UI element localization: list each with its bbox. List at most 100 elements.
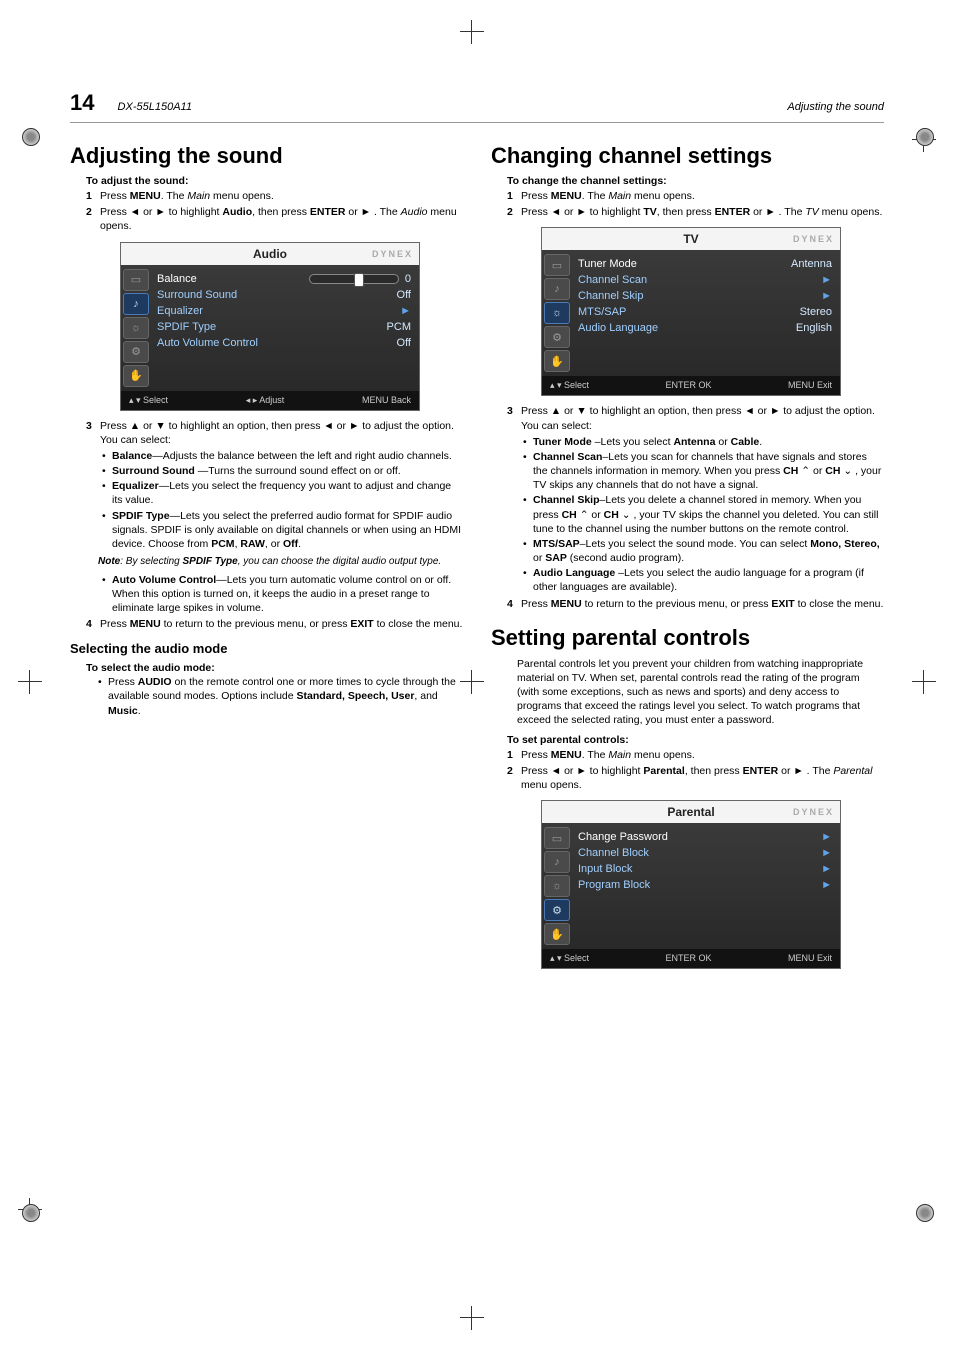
bullet-dot-icon: • <box>523 435 533 449</box>
t: Channel Scan <box>533 451 602 463</box>
step-text: Press ▲ or ▼ to highlight an option, the… <box>100 419 463 447</box>
t: ENTER <box>310 206 346 218</box>
bullet-item: •Auto Volume Control—Lets you turn autom… <box>102 573 463 616</box>
page-header: 14 DX-55L150A11 Adjusting the sound <box>70 90 884 123</box>
osd-audio-menu: Audio DYNEX ▭ ♪ ☼ ⚙ ✋ Balance0 Surround … <box>120 242 420 411</box>
osd-submenu-arrow-icon: ► <box>821 879 832 891</box>
osd-footer-exit: MENU Exit <box>788 953 832 964</box>
osd-label: Tuner Mode <box>578 258 637 270</box>
t: to highlight <box>166 206 223 218</box>
t: or <box>750 206 765 218</box>
t: Parental <box>643 765 684 777</box>
up-arrow-icon: ▲ <box>551 404 561 418</box>
right-arrow-icon: ► <box>155 205 165 219</box>
t: SAP <box>545 552 567 564</box>
left-arrow-icon: ◄ <box>551 764 561 778</box>
t: to return to the previous menu, or press <box>582 598 772 610</box>
t: to close the menu. <box>374 618 463 630</box>
right-arrow-icon: ► <box>770 404 780 418</box>
procedure-heading: To set parental controls: <box>507 734 884 746</box>
osd-label: Channel Skip <box>578 290 643 302</box>
osd-footer-select: ▴ ▾ Select <box>129 395 168 406</box>
step-text: Press ▲ or ▼ to highlight an option, the… <box>521 404 884 432</box>
osd-row: Channel Block► <box>578 845 832 861</box>
step: 1 Press MENU. The Main menu opens. <box>507 189 884 203</box>
osd-label: Channel Block <box>578 847 649 859</box>
subsection-title: Selecting the audio mode <box>70 641 463 656</box>
step-number: 1 <box>507 189 521 203</box>
bullet-dot-icon: • <box>523 537 533 565</box>
t: MENU <box>130 190 161 202</box>
ch-down-icon: ⌄ <box>622 508 631 522</box>
t: . The <box>161 190 188 202</box>
up-arrow-icon: ▲ <box>130 419 140 433</box>
t: , you can choose the digital audio outpu… <box>238 556 441 567</box>
t: Audio <box>222 206 252 218</box>
t: Press <box>108 676 138 688</box>
t: , then press <box>657 206 715 218</box>
osd-tab-tv-icon: ☼ <box>544 875 570 897</box>
bullet-item: •MTS/SAP–Lets you select the sound mode.… <box>523 537 884 565</box>
osd-tab-audio-icon: ♪ <box>544 278 570 300</box>
down-arrow-icon: ▼ <box>155 419 165 433</box>
section-title-channel-settings: Changing channel settings <box>491 143 884 169</box>
t: to close the menu. <box>795 598 884 610</box>
t: Press <box>521 765 551 777</box>
t: SPDIF Type <box>112 510 170 522</box>
osd-footer-select: ▴ ▾ Select <box>550 380 589 391</box>
step-number: 2 <box>507 764 521 792</box>
model-number: DX-55L150A11 <box>118 101 192 113</box>
osd-footer-back: MENU Back <box>362 395 411 406</box>
osd-tv-menu: TV DYNEX ▭ ♪ ☼ ⚙ ✋ Tuner ModeAntenna Cha… <box>541 227 841 396</box>
osd-header: Parental DYNEX <box>542 801 840 823</box>
bullet-item: •Channel Scan–Lets you scan for channels… <box>523 450 884 493</box>
osd-row: Audio LanguageEnglish <box>578 320 832 336</box>
t: or <box>140 420 155 432</box>
bullet-item: •Channel Skip–Lets you delete a channel … <box>523 493 884 536</box>
osd-row: SPDIF TypePCM <box>157 319 411 335</box>
t: MENU <box>130 618 161 630</box>
t: or <box>755 405 770 417</box>
right-arrow-icon: ► <box>765 205 775 219</box>
osd-row: Tuner ModeAntenna <box>578 256 832 272</box>
registration-mark <box>22 1204 40 1222</box>
right-arrow-icon: ► <box>361 205 371 219</box>
t: menu opens. <box>521 779 582 791</box>
t: MENU <box>551 749 582 761</box>
osd-header: Audio DYNEX <box>121 243 419 265</box>
osd-submenu-arrow-icon: ► <box>821 274 832 286</box>
t: TV <box>643 206 656 218</box>
osd-value: 0 <box>405 273 411 285</box>
registration-mark <box>912 670 936 694</box>
t: Press <box>521 190 551 202</box>
t: or <box>778 765 793 777</box>
osd-label: Input Block <box>578 863 632 875</box>
bullet-dot-icon: • <box>523 493 533 536</box>
right-column: Changing channel settings To change the … <box>491 143 884 977</box>
step-text: Press ◄ or ► to highlight Parental, then… <box>521 764 884 792</box>
bullet-dot-icon: • <box>98 675 108 718</box>
step: 4 Press MENU to return to the previous m… <box>507 597 884 611</box>
left-arrow-icon: ◄ <box>551 205 561 219</box>
right-arrow-icon: ► <box>349 419 359 433</box>
t: Auto Volume Control <box>112 574 216 586</box>
osd-tab-tv-icon: ☼ <box>544 302 570 324</box>
page-number: 14 <box>70 90 94 115</box>
osd-row: Surround SoundOff <box>157 287 411 303</box>
osd-value: Off <box>397 289 411 301</box>
t: EXIT <box>350 618 373 630</box>
osd-label: SPDIF Type <box>157 321 216 333</box>
right-arrow-icon: ► <box>793 764 803 778</box>
step: 3 Press ▲ or ▼ to highlight an option, t… <box>86 419 463 447</box>
t: Balance <box>112 450 152 462</box>
osd-footer-adjust: ◂ ▸ Adjust <box>246 395 285 406</box>
t: CH <box>825 465 843 477</box>
registration-mark <box>460 20 484 44</box>
osd-label: Balance <box>157 273 197 285</box>
osd-label: Channel Scan <box>578 274 647 286</box>
t: ENTER <box>743 765 779 777</box>
osd-footer: ▴ ▾ Select ◂ ▸ Adjust MENU Back <box>121 391 419 410</box>
osd-label: Program Block <box>578 879 650 891</box>
bullet-item: •Equalizer—Lets you select the frequency… <box>102 479 463 507</box>
osd-value: English <box>796 322 832 334</box>
